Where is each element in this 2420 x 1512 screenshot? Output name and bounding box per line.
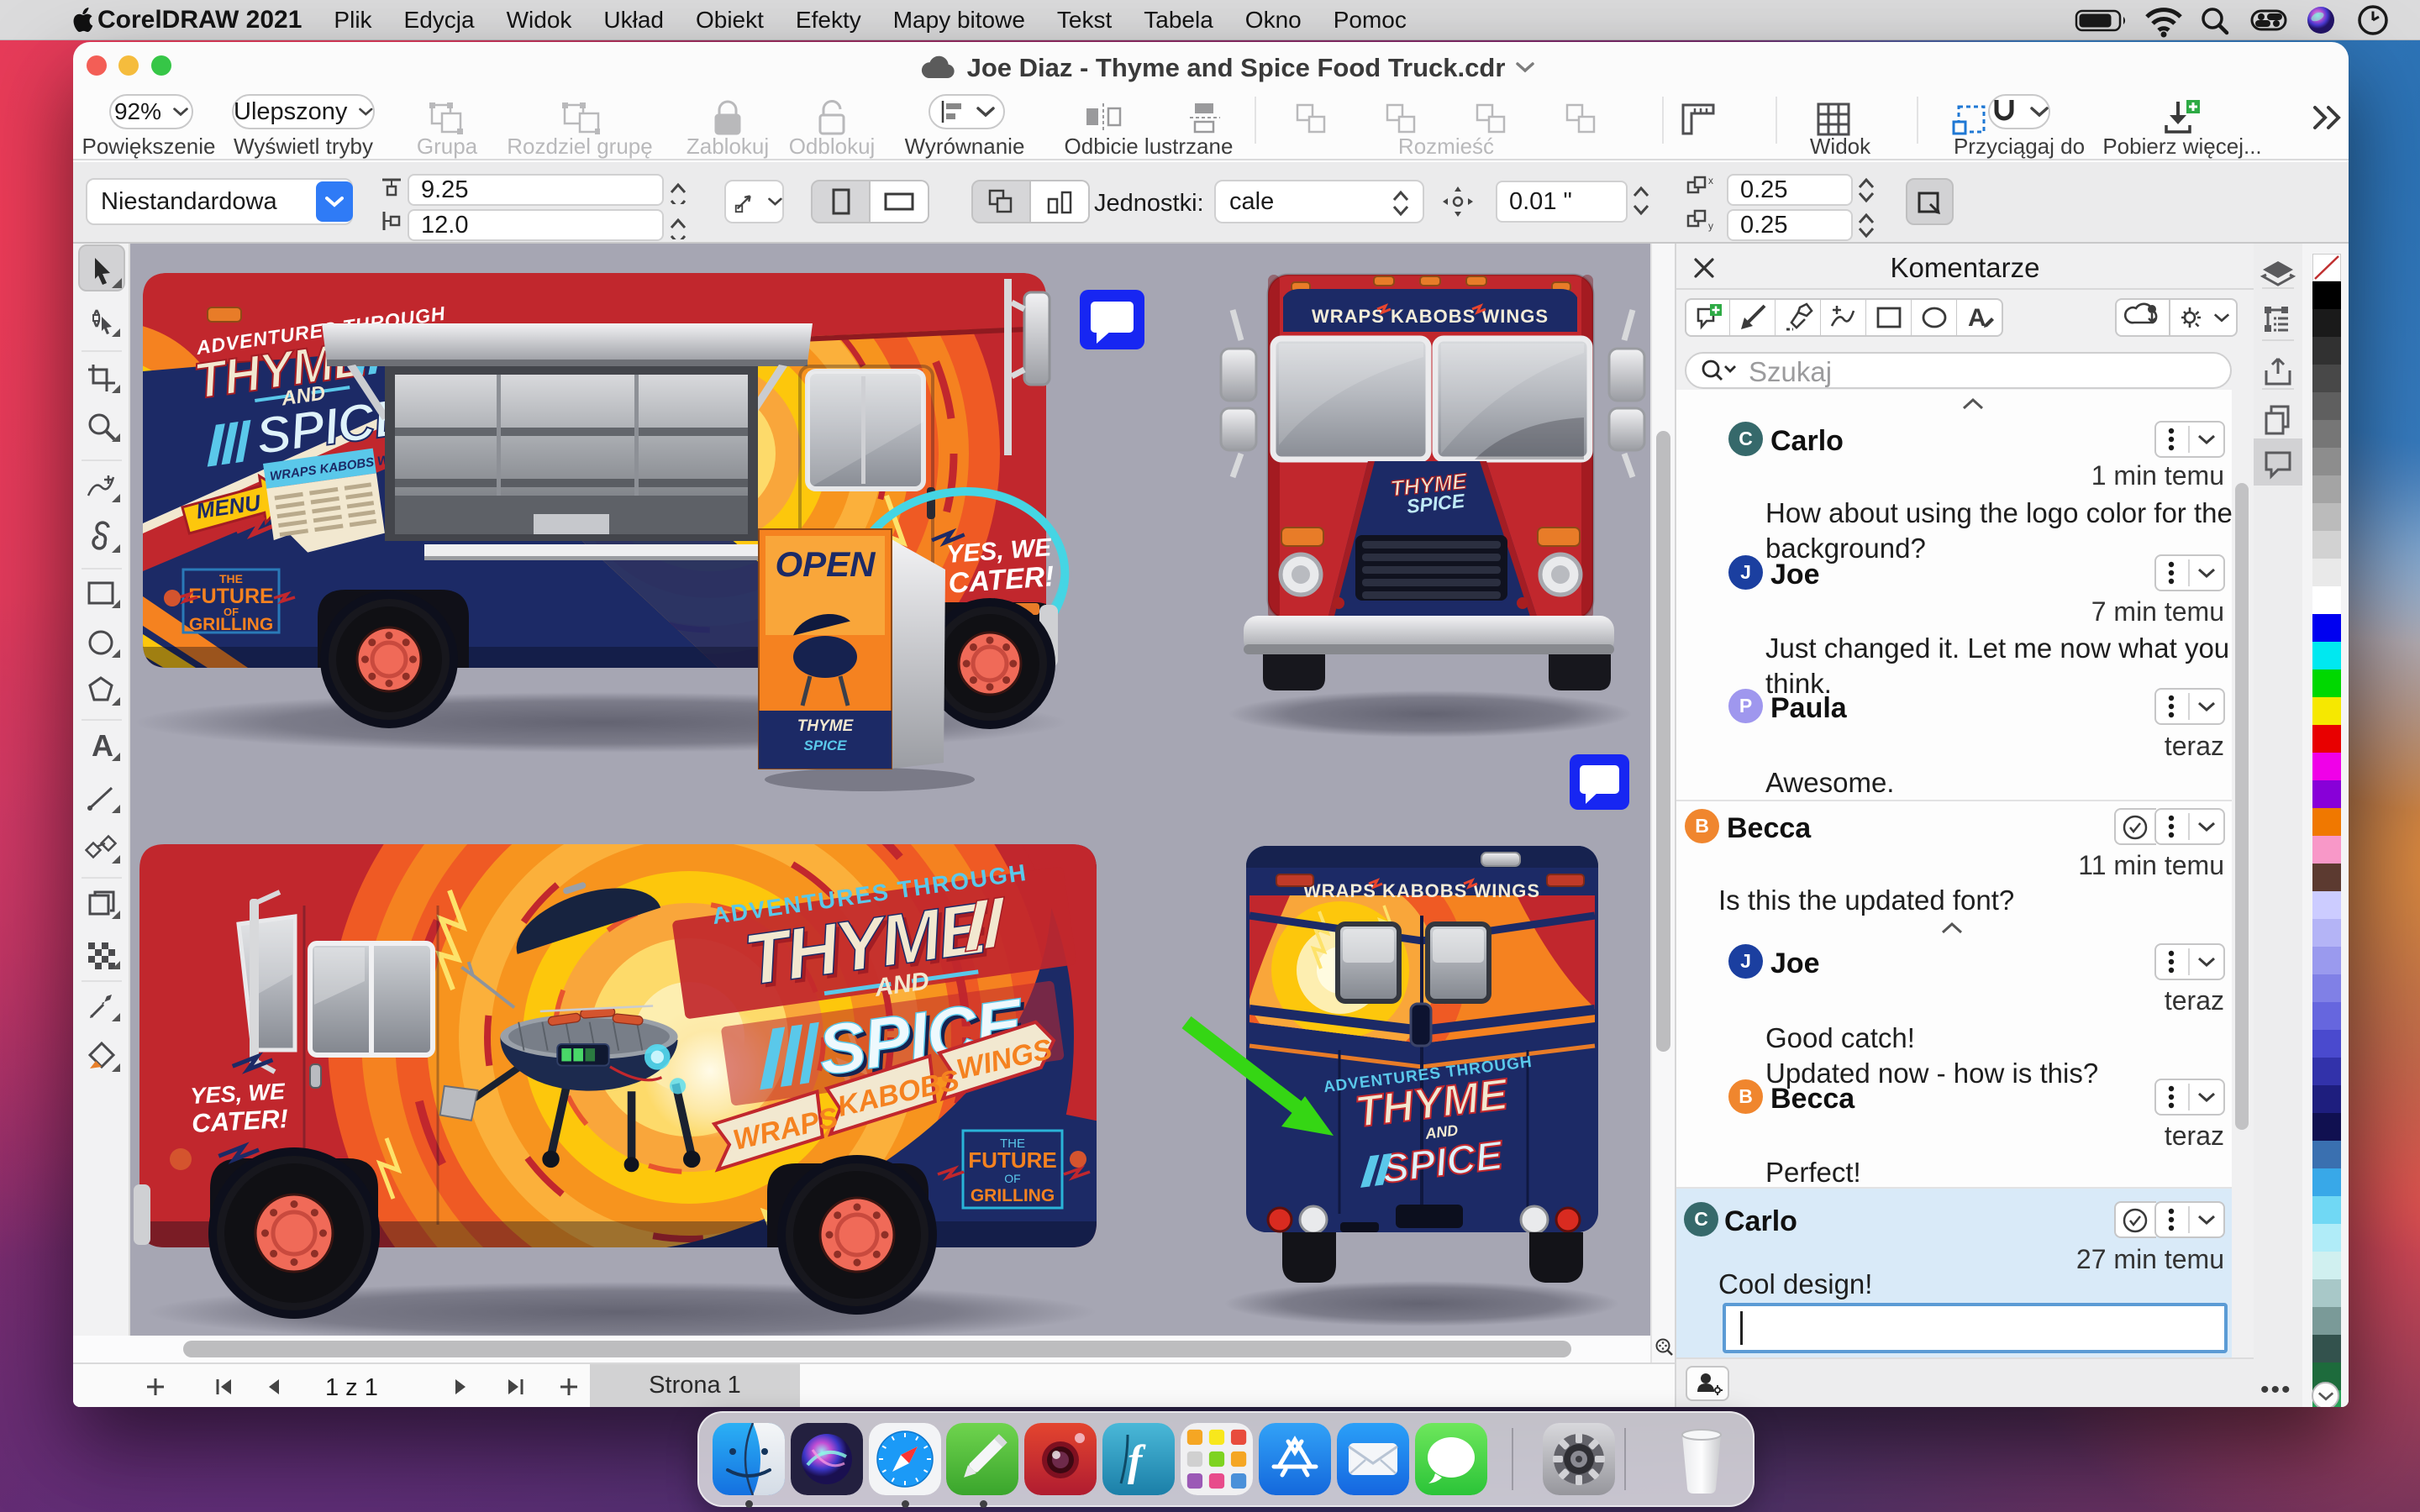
svg-text:CATER!: CATER! (191, 1104, 288, 1138)
svg-text:OPEN: OPEN (775, 544, 876, 584)
svg-text:x: x (1708, 175, 1713, 186)
svg-text:FUTURE: FUTURE (968, 1147, 1056, 1173)
svg-text:GRILLING: GRILLING (189, 615, 273, 634)
svg-text:A: A (92, 729, 113, 763)
svg-text:FUTURE: FUTURE (188, 585, 273, 608)
svg-text:THYME: THYME (797, 717, 855, 735)
svg-text:OF: OF (1004, 1172, 1020, 1185)
svg-text:THE: THE (219, 572, 243, 585)
svg-text:GRILLING: GRILLING (971, 1186, 1055, 1205)
svg-text:SPICE: SPICE (803, 738, 847, 753)
svg-text:y: y (1708, 220, 1713, 232)
svg-text:WRAPS KABOBS WINGS: WRAPS KABOBS WINGS (1303, 880, 1540, 901)
svg-text:WRAPS KABOBS WINGS: WRAPS KABOBS WINGS (1312, 306, 1549, 327)
svg-text:A: A (1968, 304, 1986, 332)
